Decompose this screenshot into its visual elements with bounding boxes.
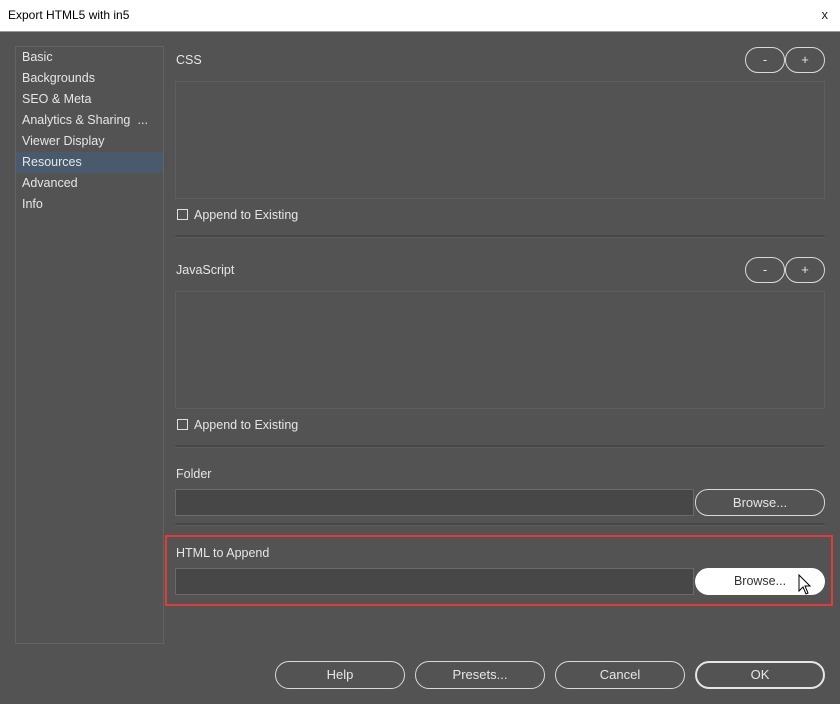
nav-item-advanced[interactable]: Advanced — [16, 173, 163, 194]
nav-label: Basic — [22, 50, 53, 64]
nav-item-basic[interactable]: Basic — [16, 47, 163, 68]
css-plus-button[interactable]: + — [785, 47, 825, 73]
html-append-label: HTML to Append — [176, 546, 270, 560]
html-append-input[interactable] — [175, 568, 694, 595]
settings-nav: Basic Backgrounds SEO & Meta Analytics &… — [15, 46, 164, 644]
ok-button[interactable]: OK — [695, 661, 825, 689]
cancel-button[interactable]: Cancel — [555, 661, 685, 689]
javascript-textarea[interactable] — [175, 291, 825, 409]
section-divider — [175, 523, 825, 526]
presets-button[interactable]: Presets... — [415, 661, 545, 689]
nav-item-analytics-sharing[interactable]: Analytics & Sharing... — [16, 110, 163, 131]
nav-label: Backgrounds — [22, 71, 95, 85]
nav-item-resources[interactable]: Resources — [16, 152, 163, 173]
css-label: CSS — [176, 53, 202, 67]
js-append-checkbox[interactable] — [177, 419, 188, 430]
nav-item-seo-meta[interactable]: SEO & Meta — [16, 89, 163, 110]
folder-browse-button[interactable]: Browse... — [695, 489, 825, 516]
javascript-label: JavaScript — [176, 263, 235, 277]
css-append-checkbox[interactable] — [177, 209, 188, 220]
css-append-label: Append to Existing — [194, 208, 299, 222]
nav-label: SEO & Meta — [22, 92, 92, 106]
css-textarea[interactable] — [175, 81, 825, 199]
css-minus-button[interactable]: - — [745, 47, 785, 73]
nav-label: Analytics & Sharing — [22, 113, 131, 127]
more-indicator: ... — [137, 113, 148, 127]
nav-item-viewer-display[interactable]: Viewer Display — [16, 131, 163, 152]
js-minus-button[interactable]: - — [745, 257, 785, 283]
js-append-label: Append to Existing — [194, 418, 299, 432]
nav-item-info[interactable]: Info — [16, 194, 163, 215]
js-plus-button[interactable]: + — [785, 257, 825, 283]
nav-label: Viewer Display — [22, 134, 105, 148]
title-bar: Export HTML5 with in5 x — [0, 0, 840, 32]
section-divider — [175, 445, 825, 448]
nav-item-backgrounds[interactable]: Backgrounds — [16, 68, 163, 89]
window-title: Export HTML5 with in5 — [8, 8, 130, 22]
folder-input[interactable] — [175, 489, 694, 516]
nav-label: Resources — [22, 155, 82, 169]
close-icon[interactable]: x — [822, 7, 829, 22]
nav-label: Advanced — [22, 176, 78, 190]
section-divider — [175, 235, 825, 238]
help-button[interactable]: Help — [275, 661, 405, 689]
folder-label: Folder — [176, 467, 212, 481]
nav-label: Info — [22, 197, 43, 211]
cursor-icon — [798, 574, 812, 595]
